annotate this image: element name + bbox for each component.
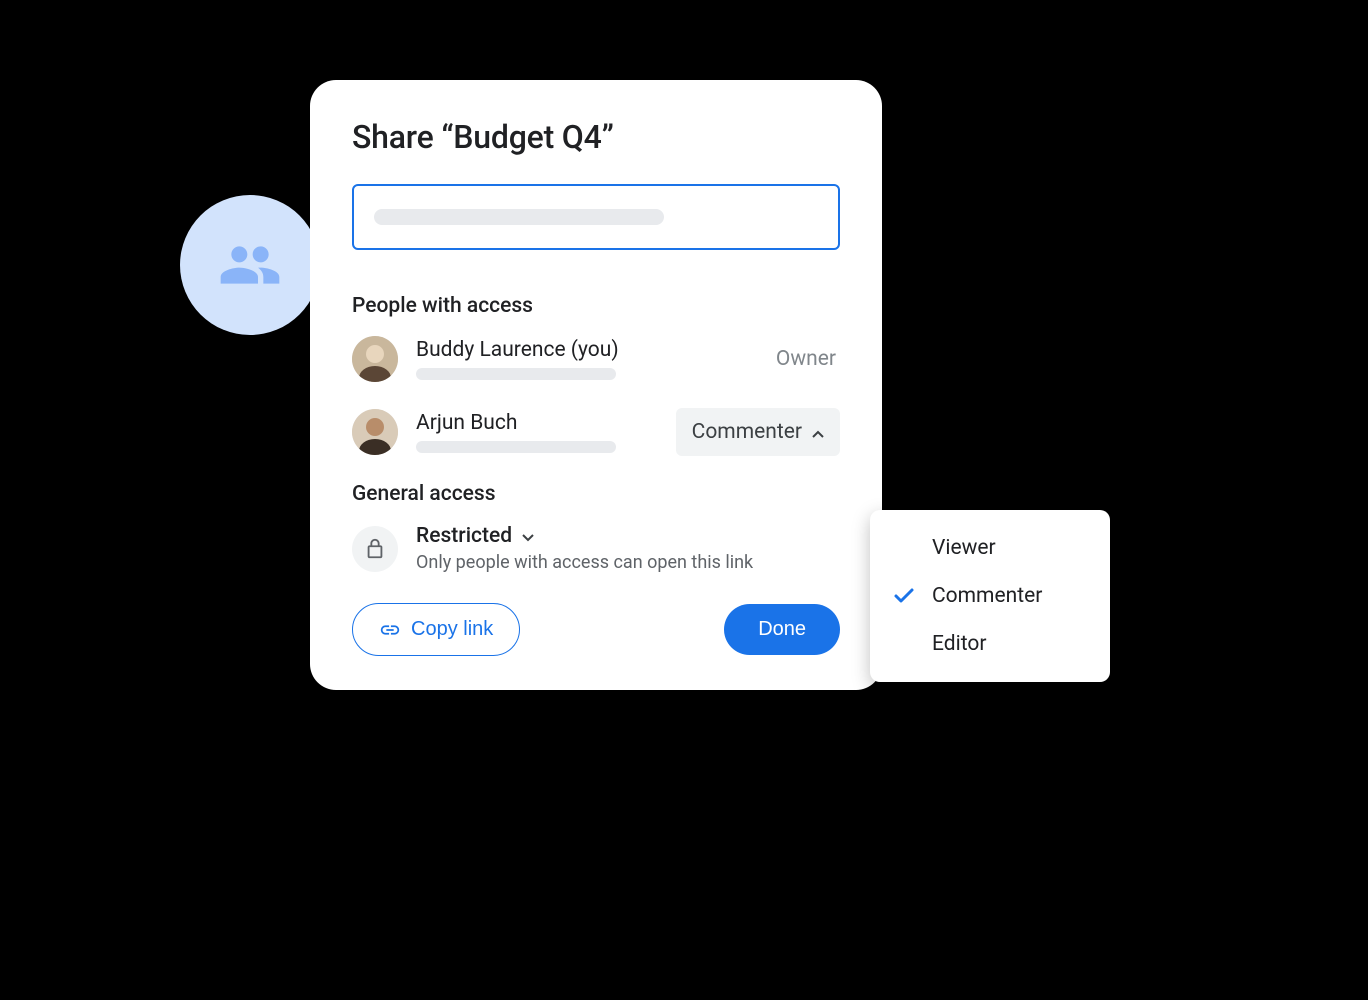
role-menu-item-viewer[interactable]: Viewer — [870, 524, 1110, 572]
person-info: Buddy Laurence (you) — [416, 338, 776, 380]
copy-link-label: Copy link — [411, 618, 493, 641]
avatar — [352, 336, 398, 382]
role-dropdown[interactable]: Commenter — [676, 408, 840, 456]
link-icon — [379, 619, 401, 641]
avatar — [352, 409, 398, 455]
share-dialog: Share “Budget Q4” People with access Bud… — [310, 80, 882, 690]
lock-icon-circle — [352, 526, 398, 572]
check-icon — [892, 584, 920, 608]
dialog-title: Share “Budget Q4” — [352, 118, 840, 156]
people-with-access-heading: People with access — [352, 294, 840, 318]
person-name: Arjun Buch — [416, 411, 676, 435]
people-icon — [218, 233, 282, 297]
caret-down-icon — [522, 527, 534, 546]
general-access-heading: General access — [352, 482, 840, 506]
role-menu-item-commenter[interactable]: Commenter — [870, 572, 1110, 620]
caret-up-icon — [812, 420, 824, 444]
lock-icon — [364, 538, 386, 560]
input-placeholder-bar — [374, 209, 664, 225]
done-button[interactable]: Done — [724, 604, 840, 655]
person-row: Arjun Buch Commenter — [352, 408, 840, 456]
role-menu-label: Viewer — [932, 536, 996, 560]
general-access-description: Only people with access can open this li… — [416, 552, 840, 573]
copy-link-button[interactable]: Copy link — [352, 603, 520, 656]
role-menu-label: Commenter — [932, 584, 1042, 608]
role-menu-label: Editor — [932, 632, 986, 656]
role-menu: Viewer Commenter Editor — [870, 510, 1110, 682]
person-row: Buddy Laurence (you) Owner — [352, 336, 840, 382]
person-info: Arjun Buch — [416, 411, 676, 453]
person-email-placeholder — [416, 368, 616, 380]
add-people-input[interactable] — [352, 184, 840, 250]
role-owner-label: Owner — [776, 347, 836, 371]
person-name: Buddy Laurence (you) — [416, 338, 776, 362]
general-access-dropdown[interactable]: Restricted — [416, 524, 840, 548]
person-email-placeholder — [416, 441, 616, 453]
role-dropdown-label: Commenter — [692, 420, 802, 444]
decorative-people-circle — [180, 195, 320, 335]
general-access-row: Restricted Only people with access can o… — [352, 524, 840, 573]
done-label: Done — [758, 618, 806, 640]
role-menu-item-editor[interactable]: Editor — [870, 620, 1110, 668]
general-access-title: Restricted — [416, 524, 512, 548]
